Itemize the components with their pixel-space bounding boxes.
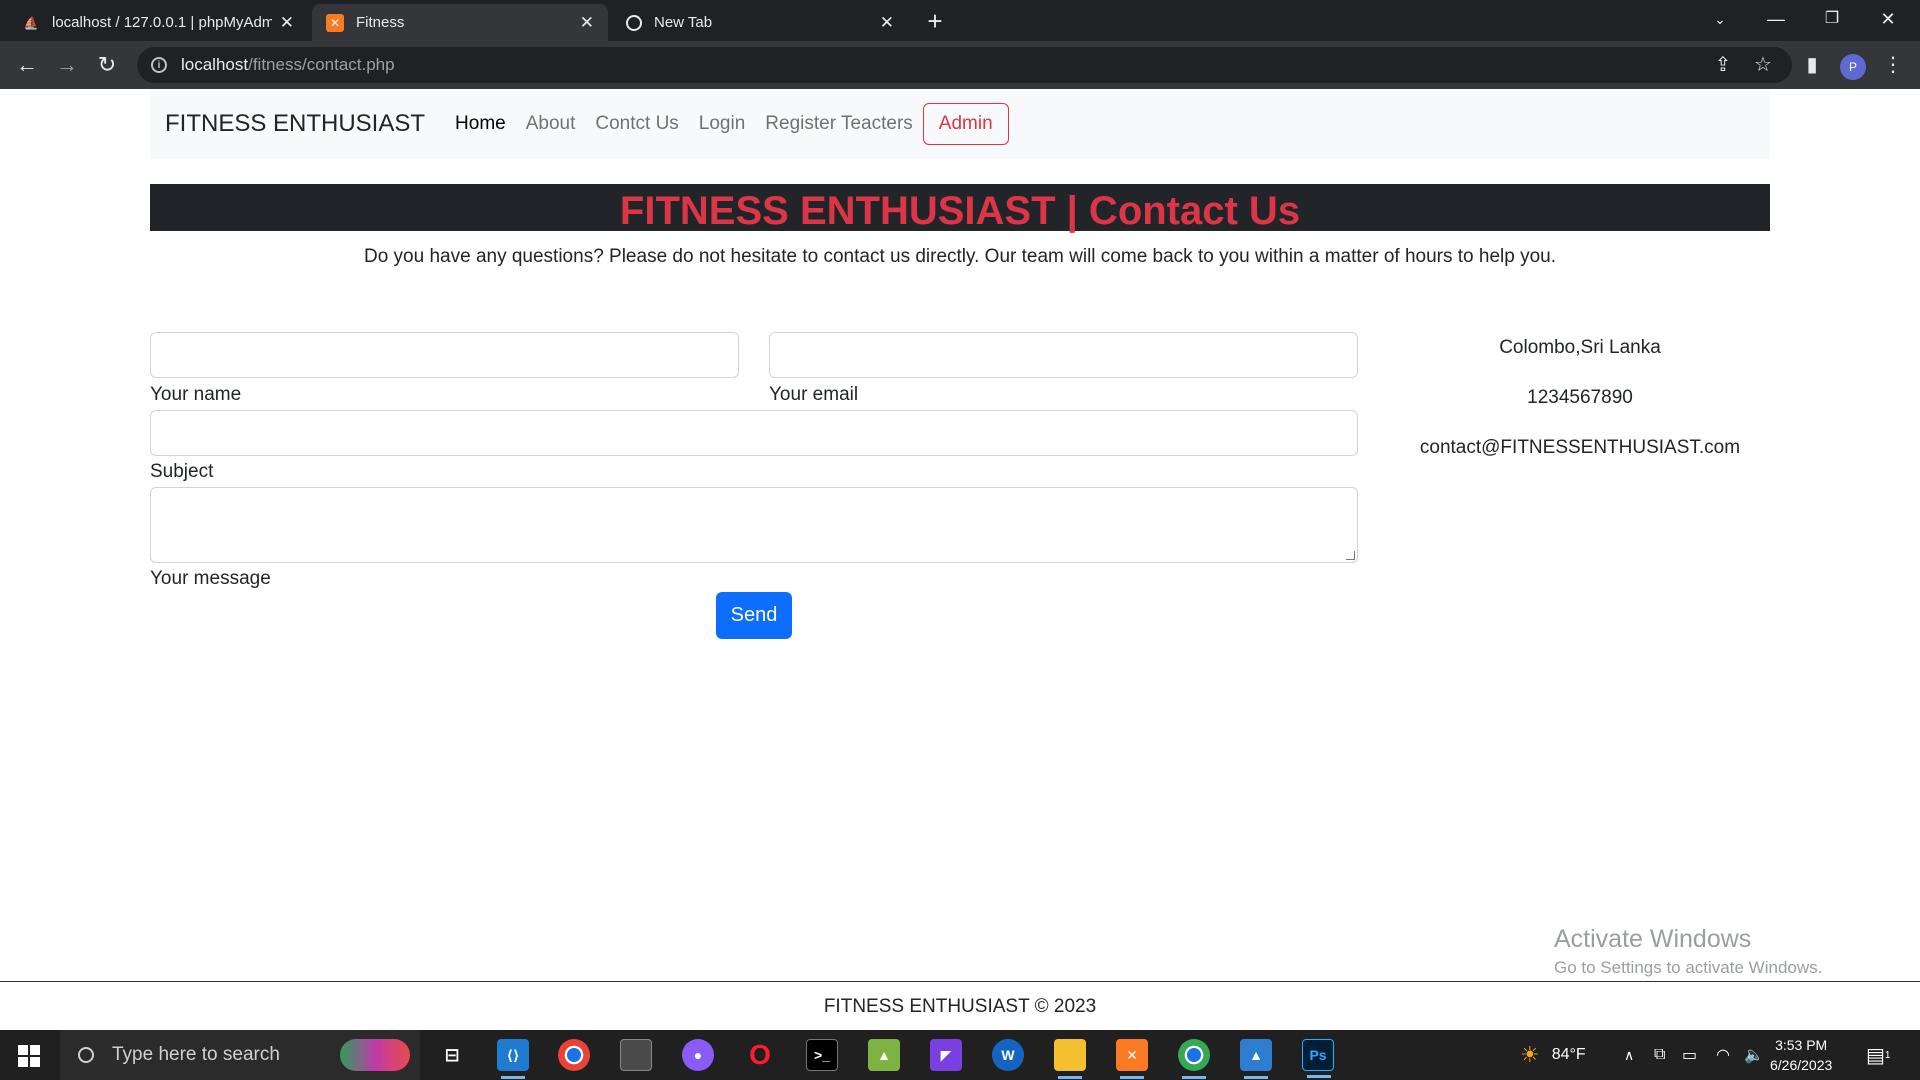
photos-icon[interactable]: ▲ xyxy=(1240,1039,1272,1079)
subject-label: Subject xyxy=(150,461,214,482)
browser-toolbar: ← → ↻ i localhost/fitness/contact.php ⇪ … xyxy=(0,41,1920,89)
side-panel-icon[interactable]: ▮ xyxy=(1799,52,1825,77)
reload-icon[interactable]: ↻ xyxy=(92,50,122,80)
watermark-subtitle: Go to Settings to activate Windows. xyxy=(1554,958,1823,977)
contact-phone: 1234567890 xyxy=(1527,387,1633,408)
xampp-app-icon[interactable]: ✕ xyxy=(1116,1039,1148,1079)
task-view-icon[interactable]: ⊟ xyxy=(436,1039,468,1071)
navbar-brand[interactable]: FITNESS ENTHUSIAST xyxy=(165,110,425,138)
url-path: /fitness/contact.php xyxy=(248,55,395,74)
notification-count: 1 xyxy=(1884,1049,1891,1061)
share-icon[interactable]: ⇪ xyxy=(1710,52,1736,77)
battery-icon[interactable]: ▭ xyxy=(1682,1030,1697,1080)
command-prompt-icon[interactable]: >_ xyxy=(806,1039,838,1071)
url-text: localhost/fitness/contact.php xyxy=(181,55,395,75)
email-input[interactable] xyxy=(769,332,1358,378)
intro-text: Do you have any questions? Please do not… xyxy=(363,246,1556,267)
clock-time: 3:53 PM xyxy=(1775,1037,1828,1053)
name-input[interactable] xyxy=(150,332,739,378)
file-explorer-icon[interactable] xyxy=(1054,1039,1086,1079)
close-tab-icon[interactable]: ✕ xyxy=(280,13,294,33)
site-navbar: FITNESS ENTHUSIAST Home About Contct Us … xyxy=(150,89,1770,159)
footer-text: FITNESS ENTHUSIAST © 2023 xyxy=(823,996,1097,1017)
windows-start-icon[interactable] xyxy=(18,1045,40,1067)
nav-register-teachers[interactable]: Register Teacters xyxy=(765,113,913,135)
forward-arrow-icon[interactable]: → xyxy=(52,50,82,80)
tab-new-tab[interactable]: New Tab ✕ xyxy=(612,4,908,41)
search-placeholder: Type here to search xyxy=(112,1044,280,1065)
search-icon xyxy=(78,1047,94,1063)
nav-login[interactable]: Login xyxy=(699,113,746,135)
restore-icon[interactable]: ❐ xyxy=(1804,0,1860,41)
nav-contact[interactable]: Contct Us xyxy=(595,113,678,135)
weather-widget[interactable]: ☀ 84°F xyxy=(1520,1030,1586,1080)
page-title: FITNESS ENTHUSIAST | Contact Us xyxy=(619,189,1301,233)
visual-studio-icon[interactable]: ◤ xyxy=(930,1039,962,1071)
resize-handle-icon[interactable] xyxy=(1346,551,1355,560)
footer-divider xyxy=(0,981,1920,982)
browser-tab-bar: ⛵ localhost / 127.0.0.1 | phpMyAdm ✕ ✕ F… xyxy=(0,0,1920,41)
url-host: localhost xyxy=(181,55,249,74)
clock-date: 6/26/2023 xyxy=(1770,1057,1833,1073)
admin-button[interactable]: Admin xyxy=(922,103,1009,145)
search-highlight-dna-icon[interactable] xyxy=(340,1039,410,1071)
name-label: Your name xyxy=(150,384,242,405)
phpmyadmin-icon: ⛵ xyxy=(23,15,39,30)
tab-title: localhost / 127.0.0.1 | phpMyAdm xyxy=(52,14,272,31)
tab-title: New Tab xyxy=(654,14,713,31)
back-arrow-icon[interactable]: ← xyxy=(12,50,42,80)
menu-kebab-icon[interactable]: ⋮ xyxy=(1880,52,1906,77)
contact-email: contact@FITNESSENTHUSIAST.com xyxy=(1419,437,1741,458)
site-info-icon[interactable]: i xyxy=(151,57,167,73)
nav-about[interactable]: About xyxy=(526,113,576,135)
address-bar[interactable]: i localhost/fitness/contact.php xyxy=(137,47,1792,83)
nav-home[interactable]: Home xyxy=(455,113,506,135)
close-tab-icon[interactable]: ✕ xyxy=(880,13,894,33)
chrome-app-icon[interactable] xyxy=(558,1039,590,1071)
tab-title: Fitness xyxy=(356,14,405,31)
close-window-icon[interactable]: ✕ xyxy=(1860,0,1916,41)
image-editor-icon[interactable]: ▲ xyxy=(868,1039,900,1071)
page-banner: FITNESS ENTHUSIAST | Contact Us xyxy=(150,184,1770,233)
tab-phpmyadmin[interactable]: ⛵ localhost / 127.0.0.1 | phpMyAdm ✕ xyxy=(8,4,308,41)
chrome-profile-icon[interactable] xyxy=(1178,1039,1210,1079)
meet-now-icon[interactable]: ⧉ xyxy=(1654,1030,1665,1080)
tray-chevron-icon[interactable]: ∧ xyxy=(1624,1030,1634,1080)
weather-sun-icon: ☀ xyxy=(1520,1042,1540,1067)
word-app-icon[interactable]: W xyxy=(992,1039,1024,1071)
github-desktop-icon[interactable]: ● xyxy=(682,1039,714,1071)
wifi-icon[interactable]: ◠ xyxy=(1716,1030,1730,1080)
send-button[interactable]: Send xyxy=(716,592,792,639)
activate-windows-watermark: Activate Windows Go to Settings to activ… xyxy=(1554,925,1822,978)
message-label: Your message xyxy=(150,568,271,589)
new-tab-plus-icon[interactable]: + xyxy=(920,6,950,36)
watermark-title: Activate Windows xyxy=(1554,925,1752,953)
vscode-icon[interactable]: ⟨⟩ xyxy=(497,1039,529,1079)
profile-avatar[interactable]: P xyxy=(1840,54,1866,80)
xampp-icon: ✕ xyxy=(326,13,344,32)
tab-search-chevron-icon[interactable]: ⌄ xyxy=(1692,0,1748,41)
minimize-icon[interactable]: — xyxy=(1748,0,1804,41)
clock[interactable]: 3:53 PM 6/26/2023 xyxy=(1770,1035,1832,1075)
notification-icon[interactable]: ▤ 1 xyxy=(1866,1030,1890,1080)
weather-temp: 84°F xyxy=(1551,1046,1586,1063)
bookmark-star-icon[interactable]: ☆ xyxy=(1750,52,1776,77)
email-label: Your email xyxy=(769,384,859,405)
opera-icon[interactable]: O xyxy=(744,1039,776,1071)
tab-fitness[interactable]: ✕ Fitness ✕ xyxy=(312,4,608,41)
contact-address: Colombo,Sri Lanka xyxy=(1499,337,1661,358)
terminal-window-icon[interactable] xyxy=(620,1039,652,1071)
chrome-icon xyxy=(626,14,642,31)
volume-icon[interactable]: 🔈 xyxy=(1744,1030,1764,1080)
subject-input[interactable] xyxy=(150,410,1358,456)
message-textarea[interactable] xyxy=(150,487,1358,563)
photoshop-icon[interactable]: Ps xyxy=(1302,1039,1334,1078)
windows-taskbar: Type here to search ⊟ ⟨⟩ ● O >_ ▲ ◤ W ✕ … xyxy=(0,1030,1920,1080)
close-tab-icon[interactable]: ✕ xyxy=(580,13,594,33)
